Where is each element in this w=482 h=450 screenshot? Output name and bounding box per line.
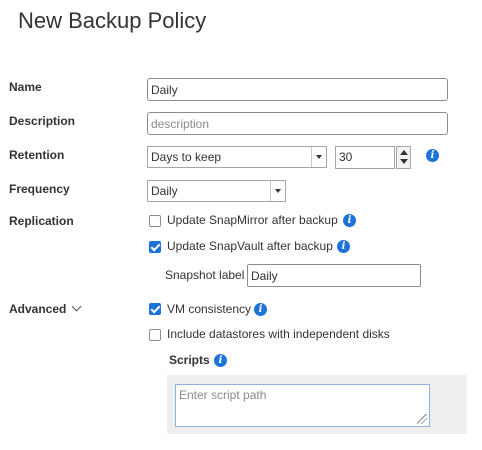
retention-label: Retention xyxy=(9,148,65,162)
snapshot-label-label: Snapshot label xyxy=(165,268,245,282)
script-path-placeholder: Enter script path xyxy=(179,388,267,402)
vm-consistency-info-icon[interactable]: i xyxy=(254,303,267,316)
chevron-down-icon xyxy=(270,181,285,201)
scripts-info-icon[interactable]: i xyxy=(214,354,227,367)
retention-type-select[interactable]: Days to keep xyxy=(147,146,327,168)
independent-disks-checkbox[interactable] xyxy=(149,329,161,341)
resize-handle-icon[interactable] xyxy=(417,414,427,424)
retention-type-value: Days to keep xyxy=(151,150,222,164)
stepper-down-icon[interactable] xyxy=(400,159,408,164)
retention-count-input[interactable]: 30 xyxy=(335,146,395,169)
description-label: Description xyxy=(9,114,76,128)
script-path-textarea[interactable]: Enter script path xyxy=(175,384,430,427)
retention-info-icon[interactable]: i xyxy=(426,149,439,162)
retention-count-value: 30 xyxy=(339,150,353,164)
stepper-up-icon[interactable] xyxy=(400,150,408,155)
retention-count-stepper[interactable] xyxy=(396,146,411,169)
snapmirror-label: Update SnapMirror after backup xyxy=(167,213,338,227)
chevron-down-icon xyxy=(311,147,326,167)
snapshot-label-input[interactable] xyxy=(247,264,421,287)
page-title: New Backup Policy xyxy=(18,8,207,33)
chevron-down-icon[interactable] xyxy=(71,301,82,312)
vm-consistency-checkbox[interactable] xyxy=(149,303,161,315)
advanced-label[interactable]: Advanced xyxy=(9,302,66,316)
scripts-label: Scripts xyxy=(169,353,210,367)
snapvault-checkbox[interactable] xyxy=(149,241,161,253)
vm-consistency-label: VM consistency xyxy=(167,302,252,316)
snapvault-info-icon[interactable]: i xyxy=(337,240,350,253)
replication-label: Replication xyxy=(9,214,74,228)
snapmirror-info-icon[interactable]: i xyxy=(343,214,356,227)
frequency-value: Daily xyxy=(151,184,178,198)
snapvault-label: Update SnapVault after backup xyxy=(167,239,333,253)
frequency-label: Frequency xyxy=(9,182,70,196)
independent-disks-label: Include datastores with independent disk… xyxy=(167,327,390,341)
snapmirror-checkbox[interactable] xyxy=(149,215,161,227)
name-label: Name xyxy=(9,80,42,94)
description-input[interactable] xyxy=(147,112,448,135)
name-input[interactable] xyxy=(147,78,448,101)
frequency-select[interactable]: Daily xyxy=(147,180,286,202)
